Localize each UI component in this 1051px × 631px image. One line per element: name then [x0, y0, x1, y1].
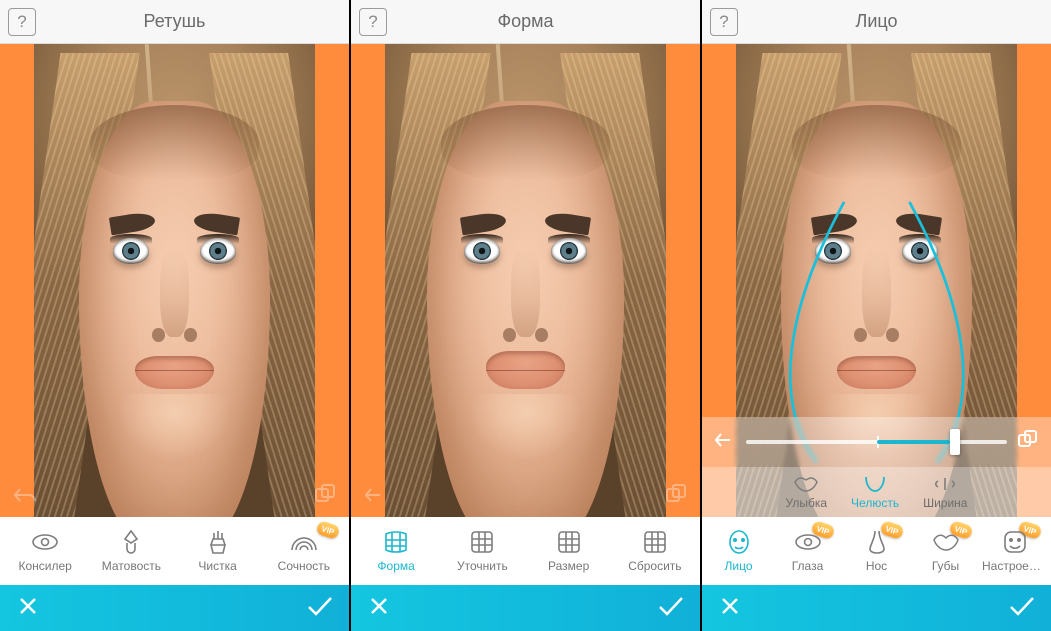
tool-size[interactable]: Размер — [526, 529, 612, 573]
tool-concealer[interactable]: Консилер — [2, 529, 88, 573]
compare-icon[interactable] — [313, 484, 337, 511]
action-bar — [702, 585, 1051, 631]
tool-face[interactable]: Лицо — [704, 529, 773, 573]
page-title: Лицо — [856, 11, 898, 32]
grid-icon — [641, 529, 669, 555]
apply-button[interactable] — [305, 594, 333, 623]
slider-row — [702, 417, 1051, 467]
screen-retouch: ? Ретушь Консилер — [0, 0, 349, 631]
help-button[interactable]: ? — [8, 8, 36, 36]
face-icon — [725, 529, 753, 555]
page-title: Ретушь — [144, 11, 206, 32]
cancel-button[interactable] — [367, 594, 391, 623]
rainbow-icon — [290, 529, 318, 555]
vip-badge: VIP — [315, 520, 340, 540]
undo-redo-row — [351, 477, 700, 517]
apply-button[interactable] — [656, 594, 684, 623]
subtool-jaw[interactable]: Челюсть — [851, 474, 899, 510]
width-icon — [932, 474, 958, 494]
tool-matte[interactable]: Матовость — [88, 529, 174, 573]
tool-nose[interactable]: VIP Нос — [842, 529, 911, 573]
app-screens: ? Ретушь Консилер — [0, 0, 1051, 631]
eye-icon — [794, 529, 822, 555]
toolbar: Форма Уточнить Размер Сбросить — [351, 517, 700, 585]
lips-icon — [932, 529, 960, 555]
sub-toolbar: Улыбка Челюсть Ширина — [702, 467, 1051, 517]
toolbar: Лицо VIP Глаза VIP Нос VIP Губы VIP — [702, 517, 1051, 585]
undo-icon[interactable] — [363, 485, 389, 510]
tool-mood[interactable]: VIP Настроение — [980, 529, 1049, 573]
cancel-button[interactable] — [718, 594, 742, 623]
photo-canvas[interactable] — [0, 44, 349, 517]
toolbar: Консилер Матовость Чистка VIP Сочность — [0, 517, 349, 585]
apply-button[interactable] — [1007, 594, 1035, 623]
grid-warp-icon — [382, 529, 410, 555]
photo-canvas[interactable] — [351, 44, 700, 517]
screen-face: ? Лицо — [702, 0, 1051, 631]
header: ? Форма — [351, 0, 700, 44]
broom-icon — [204, 529, 232, 555]
compare-icon[interactable] — [1017, 430, 1039, 455]
nose-icon — [863, 529, 891, 555]
grid-icon — [555, 529, 583, 555]
tool-reset[interactable]: Сбросить — [612, 529, 698, 573]
jaw-slider[interactable] — [746, 427, 1007, 457]
undo-icon[interactable] — [12, 485, 38, 510]
action-bar — [351, 585, 700, 631]
tool-vibrance[interactable]: VIP Сочность — [261, 529, 347, 573]
photo-canvas[interactable]: Улыбка Челюсть Ширина — [702, 44, 1051, 517]
tool-heal[interactable]: Чистка — [175, 529, 261, 573]
eye-icon — [31, 529, 59, 555]
help-button[interactable]: ? — [359, 8, 387, 36]
help-button[interactable]: ? — [710, 8, 738, 36]
action-bar — [0, 585, 349, 631]
mood-icon — [1001, 529, 1029, 555]
undo-redo-row — [0, 477, 349, 517]
tool-eyes[interactable]: VIP Глаза — [773, 529, 842, 573]
subtool-smile[interactable]: Улыбка — [786, 474, 828, 510]
tool-lips[interactable]: VIP Губы — [911, 529, 980, 573]
compare-icon[interactable] — [664, 484, 688, 511]
cancel-button[interactable] — [16, 594, 40, 623]
screen-shape: ? Форма Форма — [351, 0, 700, 631]
tool-refine[interactable]: Уточнить — [439, 529, 525, 573]
brush-icon — [117, 529, 145, 555]
lips-icon — [793, 474, 819, 494]
grid-icon — [468, 529, 496, 555]
undo-icon[interactable] — [714, 431, 736, 454]
page-title: Форма — [497, 11, 553, 32]
jaw-icon — [862, 474, 888, 494]
subtool-width[interactable]: Ширина — [923, 474, 967, 510]
header: ? Ретушь — [0, 0, 349, 44]
header: ? Лицо — [702, 0, 1051, 44]
tool-shape[interactable]: Форма — [353, 529, 439, 573]
